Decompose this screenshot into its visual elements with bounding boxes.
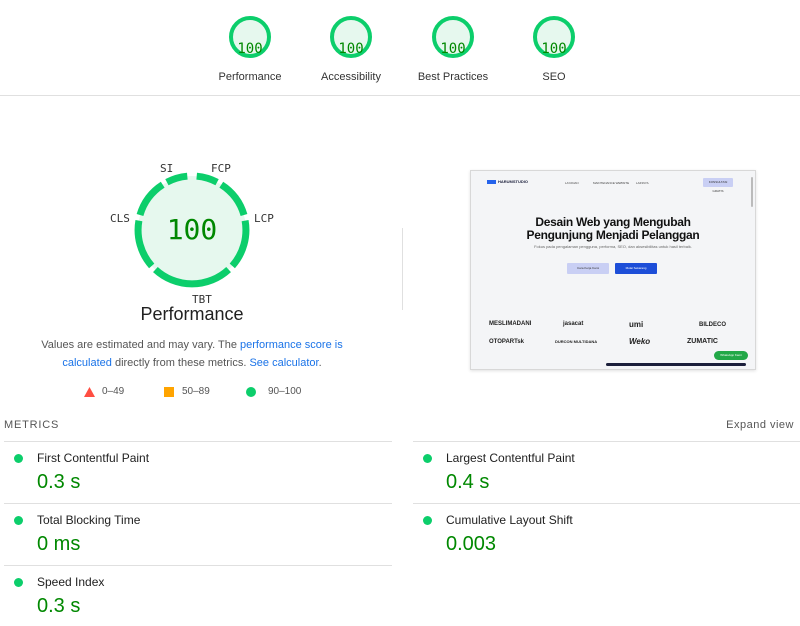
metrics-heading: METRICS bbox=[4, 419, 60, 431]
gauge-score: 100 bbox=[541, 41, 567, 57]
desc-text: directly from these metrics. bbox=[111, 357, 250, 369]
lighthouse-report: 100 Performance 100 Accessibility 100 Be… bbox=[0, 0, 800, 626]
gauge-score: 100 bbox=[338, 41, 364, 57]
pass-dot-icon bbox=[14, 454, 23, 463]
segment-label-fcp: FCP bbox=[211, 162, 231, 175]
pass-dot-icon bbox=[14, 516, 23, 525]
gauge-seo[interactable]: 100 SEO bbox=[494, 14, 614, 83]
square-icon bbox=[164, 387, 174, 397]
metric-label: Speed Index bbox=[37, 575, 105, 589]
thumb-nav-link: MAINTENANCE WEBSITE bbox=[593, 181, 630, 185]
pass-dot-icon bbox=[423, 516, 432, 525]
thumb-logo: HARUMSTUDIO bbox=[487, 179, 528, 184]
metric-label: Cumulative Layout Shift bbox=[446, 513, 573, 527]
metric-label: First Contentful Paint bbox=[37, 451, 150, 465]
metric-first-contentful-paint: First Contentful Paint 0.3 s bbox=[4, 441, 392, 504]
metric-value: 0.4 s bbox=[446, 471, 490, 493]
thumb-whatsapp-button: WhatsApp Kami bbox=[714, 351, 748, 360]
thumb-secondary-button: Cara Kerja Kami bbox=[567, 263, 609, 274]
circle-icon bbox=[246, 387, 256, 397]
section-divider bbox=[402, 228, 403, 310]
legend-pass-label: 90–100 bbox=[268, 386, 302, 397]
client-logo: MESLIMADANI bbox=[489, 321, 532, 327]
client-logo: OTOPARTsk bbox=[489, 339, 525, 345]
performance-title: Performance bbox=[140, 304, 244, 324]
thumb-bottom-bar bbox=[606, 363, 746, 366]
thumb-nav-button: KONSULTASI GRATIS bbox=[703, 178, 733, 193]
client-logo: Weko bbox=[629, 337, 651, 346]
client-logo: DURCON MULTIDANA bbox=[555, 339, 598, 344]
metric-total-blocking-time: Total Blocking Time 0 ms bbox=[4, 503, 392, 566]
metric-label: Largest Contentful Paint bbox=[446, 451, 575, 465]
thumb-subtitle: Fokus pada pengalaman pengguna, performa… bbox=[534, 244, 692, 249]
gauge-label: SEO bbox=[542, 71, 566, 83]
desc-text: Values are estimated and may vary. The bbox=[41, 339, 240, 351]
expand-view-toggle[interactable]: Expand view bbox=[726, 419, 794, 431]
client-logo: jasacat bbox=[563, 321, 584, 327]
legend-fail-label: 0–49 bbox=[102, 386, 125, 397]
metric-value: 0.3 s bbox=[37, 471, 81, 493]
see-calculator-link[interactable]: See calculator bbox=[249, 357, 318, 369]
segment-label-cls: CLS bbox=[110, 212, 130, 225]
metric-cumulative-layout-shift: Cumulative Layout Shift 0.003 bbox=[413, 503, 800, 566]
gauge-score: 100 bbox=[237, 41, 263, 57]
logo-mark-icon bbox=[487, 179, 496, 184]
metric-largest-contentful-paint: Largest Contentful Paint 0.4 s bbox=[413, 441, 800, 504]
performance-description: Values are estimated and may vary. The p… bbox=[20, 336, 364, 372]
performance-gauge: 100 SI FCP LCP TBT CLS bbox=[92, 150, 292, 330]
metric-label: Total Blocking Time bbox=[37, 513, 141, 527]
thumb-headline: Pengunjung Menjadi Pelanggan bbox=[526, 228, 700, 242]
thumb-navbar: HARUMSTUDIO LAYANAN MAINTENANCE WEBSITE … bbox=[471, 171, 755, 195]
client-logo: ZUMATIC bbox=[687, 338, 718, 345]
metric-value: 0.003 bbox=[446, 533, 497, 555]
pass-dot-icon bbox=[423, 454, 432, 463]
thumb-scrollbar bbox=[751, 177, 753, 207]
metric-speed-index: Speed Index 0.3 s bbox=[4, 565, 392, 626]
thumb-brand: HARUMSTUDIO bbox=[498, 179, 528, 184]
category-gauges: 100 Performance 100 Accessibility 100 Be… bbox=[0, 0, 800, 96]
thumb-headline: Desain Web yang Mengubah bbox=[535, 215, 691, 229]
legend-average-label: 50–89 bbox=[182, 386, 210, 397]
performance-score: 100 bbox=[166, 213, 218, 246]
gauge-score: 100 bbox=[440, 41, 466, 57]
pass-dot-icon bbox=[14, 578, 23, 587]
metric-value: 0 ms bbox=[37, 533, 81, 555]
segment-label-si: SI bbox=[160, 162, 174, 175]
metric-value: 0.3 s bbox=[37, 595, 81, 617]
thumb-nav-link: LAYANAN bbox=[565, 181, 579, 185]
final-screenshot[interactable]: HARUMSTUDIO LAYANAN MAINTENANCE WEBSITE … bbox=[470, 170, 756, 370]
thumb-nav-link: LAINNYA bbox=[636, 181, 649, 185]
thumb-primary-button: Mulai Sekarang bbox=[615, 263, 657, 274]
segment-label-lcp: LCP bbox=[254, 212, 274, 225]
triangle-icon bbox=[84, 387, 95, 397]
desc-text: . bbox=[318, 357, 322, 369]
client-logo: BILDECO bbox=[699, 322, 726, 328]
client-logo: umi bbox=[629, 320, 644, 329]
